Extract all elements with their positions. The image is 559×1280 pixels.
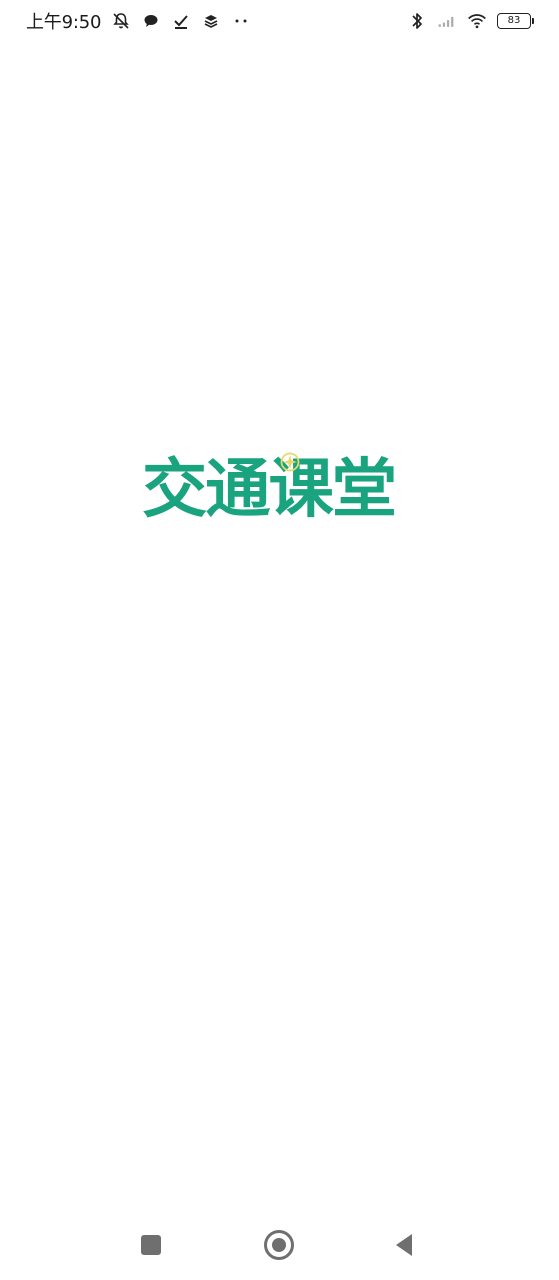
muted-bell-icon [111, 11, 131, 31]
bluetooth-icon [407, 11, 427, 31]
battery-level: 83 [507, 15, 521, 26]
layers-icon [201, 11, 221, 31]
app-logo: 交通课堂 [142, 448, 418, 532]
back-button[interactable] [388, 1228, 422, 1262]
signal-icon [437, 11, 457, 31]
back-triangle-icon [396, 1234, 412, 1256]
square-icon [141, 1235, 161, 1255]
battery-icon: 83 [497, 13, 534, 29]
circle-icon [264, 1230, 294, 1260]
logo-text: 交通课堂 [142, 453, 397, 527]
home-button[interactable] [262, 1228, 296, 1262]
wifi-icon [467, 11, 487, 31]
status-bar-left: 上午9:50 [26, 8, 251, 34]
status-bar: 上午9:50 83 [0, 0, 559, 42]
chat-bubble-icon [141, 11, 161, 31]
check-icon [171, 11, 191, 31]
sparkle-icon [278, 450, 302, 474]
navigation-bar [0, 1210, 559, 1280]
more-dots-icon [231, 11, 251, 31]
recents-button[interactable] [134, 1228, 168, 1262]
status-time: 上午9:50 [26, 12, 102, 33]
status-bar-right: 83 [407, 11, 534, 31]
